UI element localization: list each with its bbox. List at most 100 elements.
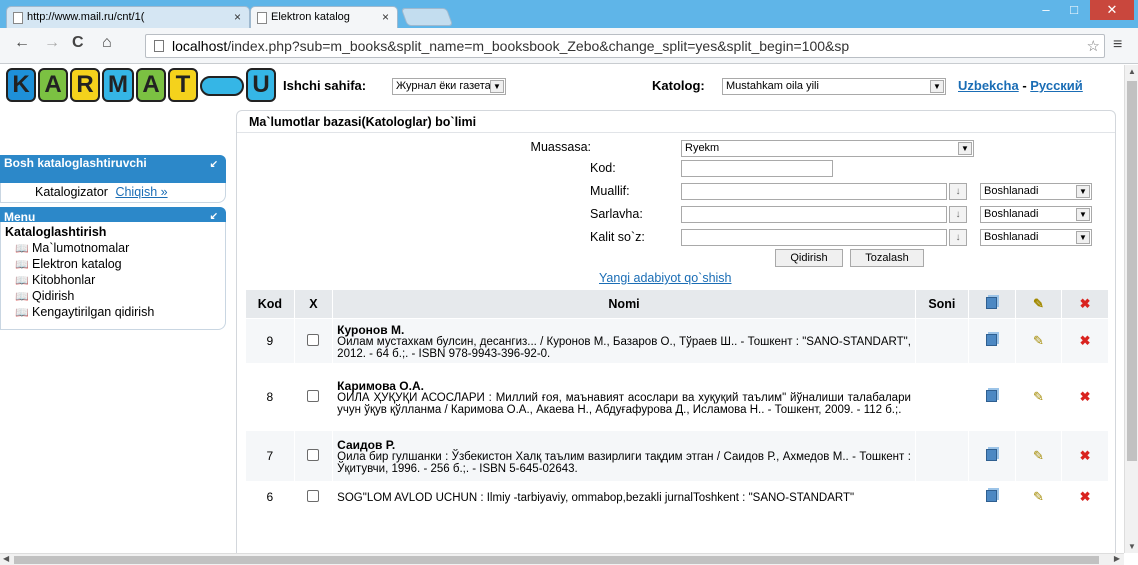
- ishchi-sahifa-select[interactable]: Журнал ёки газетани ▼: [392, 78, 506, 95]
- edit-icon[interactable]: ✎: [1033, 333, 1044, 349]
- chevron-down-icon: ▼: [1076, 185, 1090, 198]
- copy-icon[interactable]: [986, 389, 998, 402]
- reload-icon[interactable]: C: [72, 34, 84, 52]
- horizontal-scrollbar[interactable]: ◀ ▶: [0, 553, 1124, 565]
- menu-item-label: Ma`lumotnomalar: [32, 241, 130, 255]
- kalit-soz-match-select[interactable]: Boshlanadi ▼: [980, 229, 1092, 246]
- address-bar[interactable]: localhost/index.php?sub=m_books&split_na…: [145, 34, 1105, 58]
- table-row: 7 Саидов Р. Оила бир гулшанки : Ўзбекисто…: [246, 431, 1108, 481]
- copy-icon[interactable]: [986, 333, 998, 346]
- delete-icon[interactable]: ✖: [1080, 448, 1091, 464]
- book-description: ОИЛА ҲУҚУҚИ АСОСЛАРИ : Миллий ғоя, маъна…: [337, 391, 911, 416]
- search-button[interactable]: Qidirish: [775, 249, 843, 267]
- menu-item-kengaytirilgan-qidirish[interactable]: 📖 Kengaytirilgan qidirish: [1, 304, 225, 320]
- browser-tab-elektron-katalog[interactable]: Elektron katalog ×: [250, 6, 398, 28]
- copy-icon[interactable]: [986, 489, 998, 502]
- delete-icon[interactable]: ✖: [1080, 333, 1091, 349]
- browser-menu-icon[interactable]: ≡: [1113, 36, 1122, 54]
- back-arrow-icon[interactable]: ←: [14, 34, 30, 52]
- sort-down-icon[interactable]: ↓: [949, 183, 967, 200]
- tab-title: Elektron katalog: [271, 11, 350, 23]
- row-checkbox[interactable]: [307, 333, 320, 346]
- menu-item-qidirish[interactable]: 📖 Qidirish: [1, 288, 225, 304]
- menu-heading: Kataloglashtirish: [5, 225, 107, 239]
- user-role: Katalogizator: [35, 185, 108, 199]
- browser-titlebar: http://www.mail.ru/cnt/1( × Elektron kat…: [0, 0, 1138, 28]
- menu-item-elektron-katalog[interactable]: 📖 Elektron katalog: [1, 256, 225, 272]
- sort-down-icon[interactable]: ↓: [949, 206, 967, 223]
- copy-icon[interactable]: [986, 448, 998, 461]
- katolog-select[interactable]: Mustahkam oila yili ▼: [722, 78, 946, 95]
- book-icon: 📖: [15, 259, 29, 271]
- close-tab-icon[interactable]: ×: [382, 10, 389, 24]
- col-nomi[interactable]: Nomi: [333, 290, 915, 318]
- kalit-soz-label: Kalit so`z:: [590, 230, 645, 244]
- cell-edit: ✎: [1015, 482, 1062, 512]
- muassasa-value: Ryekm: [685, 142, 720, 154]
- bookmark-star-icon[interactable]: ☆: [1087, 37, 1100, 55]
- new-tab-button[interactable]: [400, 8, 454, 26]
- col-kod[interactable]: Kod: [246, 290, 294, 318]
- delete-icon[interactable]: ✖: [1080, 389, 1091, 405]
- book-icon: 📖: [15, 307, 29, 319]
- collapse-icon[interactable]: ↙: [210, 159, 218, 170]
- cell-soni: [915, 319, 968, 363]
- scrollbar-thumb[interactable]: [14, 556, 1099, 564]
- logo-letter: T: [168, 68, 198, 102]
- row-checkbox[interactable]: [307, 389, 320, 402]
- scroll-right-icon[interactable]: ▶: [1114, 554, 1120, 563]
- scroll-left-icon[interactable]: ◀: [3, 554, 9, 563]
- copy-icon: [986, 296, 998, 309]
- kod-input[interactable]: [681, 160, 833, 177]
- col-x[interactable]: X: [294, 290, 333, 318]
- row-checkbox[interactable]: [307, 448, 320, 461]
- browser-tab-mail[interactable]: http://www.mail.ru/cnt/1( ×: [6, 6, 250, 28]
- window-close-button[interactable]: ✕: [1090, 0, 1134, 20]
- cell-select: [294, 364, 333, 430]
- lang-uzbek-link[interactable]: Uzbekcha: [958, 78, 1019, 93]
- minimize-button[interactable]: –: [1033, 0, 1059, 20]
- logout-link[interactable]: Chiqish »: [115, 185, 167, 199]
- close-tab-icon[interactable]: ×: [234, 10, 241, 24]
- delete-icon[interactable]: ✖: [1080, 489, 1091, 505]
- muallif-match-select[interactable]: Boshlanadi ▼: [980, 183, 1092, 200]
- ishchi-sahifa-value: Журнал ёки газетани: [396, 80, 504, 92]
- scrollbar-thumb[interactable]: [1127, 81, 1137, 461]
- chevron-down-icon: ▼: [1076, 208, 1090, 221]
- col-soni[interactable]: Soni: [915, 290, 968, 318]
- edit-icon[interactable]: ✎: [1033, 489, 1044, 505]
- muassasa-select[interactable]: Ryekm ▼: [681, 140, 974, 157]
- cell-copy: [968, 319, 1015, 363]
- clear-button[interactable]: Tozalash: [850, 249, 924, 267]
- sort-down-icon[interactable]: ↓: [949, 229, 967, 246]
- cell-edit: ✎: [1015, 431, 1062, 481]
- lang-separator: -: [1018, 78, 1031, 93]
- forward-arrow-icon[interactable]: →: [44, 34, 60, 52]
- maximize-button[interactable]: □: [1061, 0, 1087, 20]
- muallif-input[interactable]: [681, 183, 947, 200]
- vertical-scrollbar[interactable]: ▲ ▼: [1124, 65, 1138, 553]
- home-icon[interactable]: ⌂: [102, 34, 112, 52]
- book-author: Куронов М.: [337, 322, 405, 337]
- menu-header: Menu ↙: [0, 207, 226, 224]
- chevron-down-icon: ▼: [958, 142, 972, 155]
- sarlavha-input[interactable]: [681, 206, 947, 223]
- edit-icon[interactable]: ✎: [1033, 448, 1044, 464]
- cell-kod: 7: [246, 431, 294, 481]
- lang-russian-link[interactable]: Русский: [1030, 78, 1083, 93]
- edit-icon[interactable]: ✎: [1033, 389, 1044, 405]
- katolog-value: Mustahkam oila yili: [726, 80, 819, 92]
- row-checkbox[interactable]: [307, 489, 320, 502]
- collapse-icon[interactable]: ↙: [210, 211, 218, 222]
- menu-item-kitobhonlar[interactable]: 📖 Kitobhonlar: [1, 272, 225, 288]
- book-description: SOG"LOM AVLOD UCHUN : Ilmiy -tarbiyaviy,…: [337, 491, 855, 504]
- language-switcher: Uzbekcha - Русский: [958, 78, 1083, 93]
- cell-nomi: Куронов М. Оилам мустахкам булсин, десанг…: [333, 319, 915, 363]
- kalit-soz-input[interactable]: [681, 229, 947, 246]
- scroll-up-icon[interactable]: ▲: [1128, 67, 1136, 76]
- new-book-link[interactable]: Yangi adabiyot qo`shish: [599, 271, 732, 285]
- menu-item-malumotnomalar[interactable]: 📖 Ma`lumotnomalar: [1, 240, 225, 256]
- sarlavha-match-select[interactable]: Boshlanadi ▼: [980, 206, 1092, 223]
- user-box: Katalogizator Chiqish »: [0, 183, 226, 203]
- scroll-down-icon[interactable]: ▼: [1128, 542, 1136, 551]
